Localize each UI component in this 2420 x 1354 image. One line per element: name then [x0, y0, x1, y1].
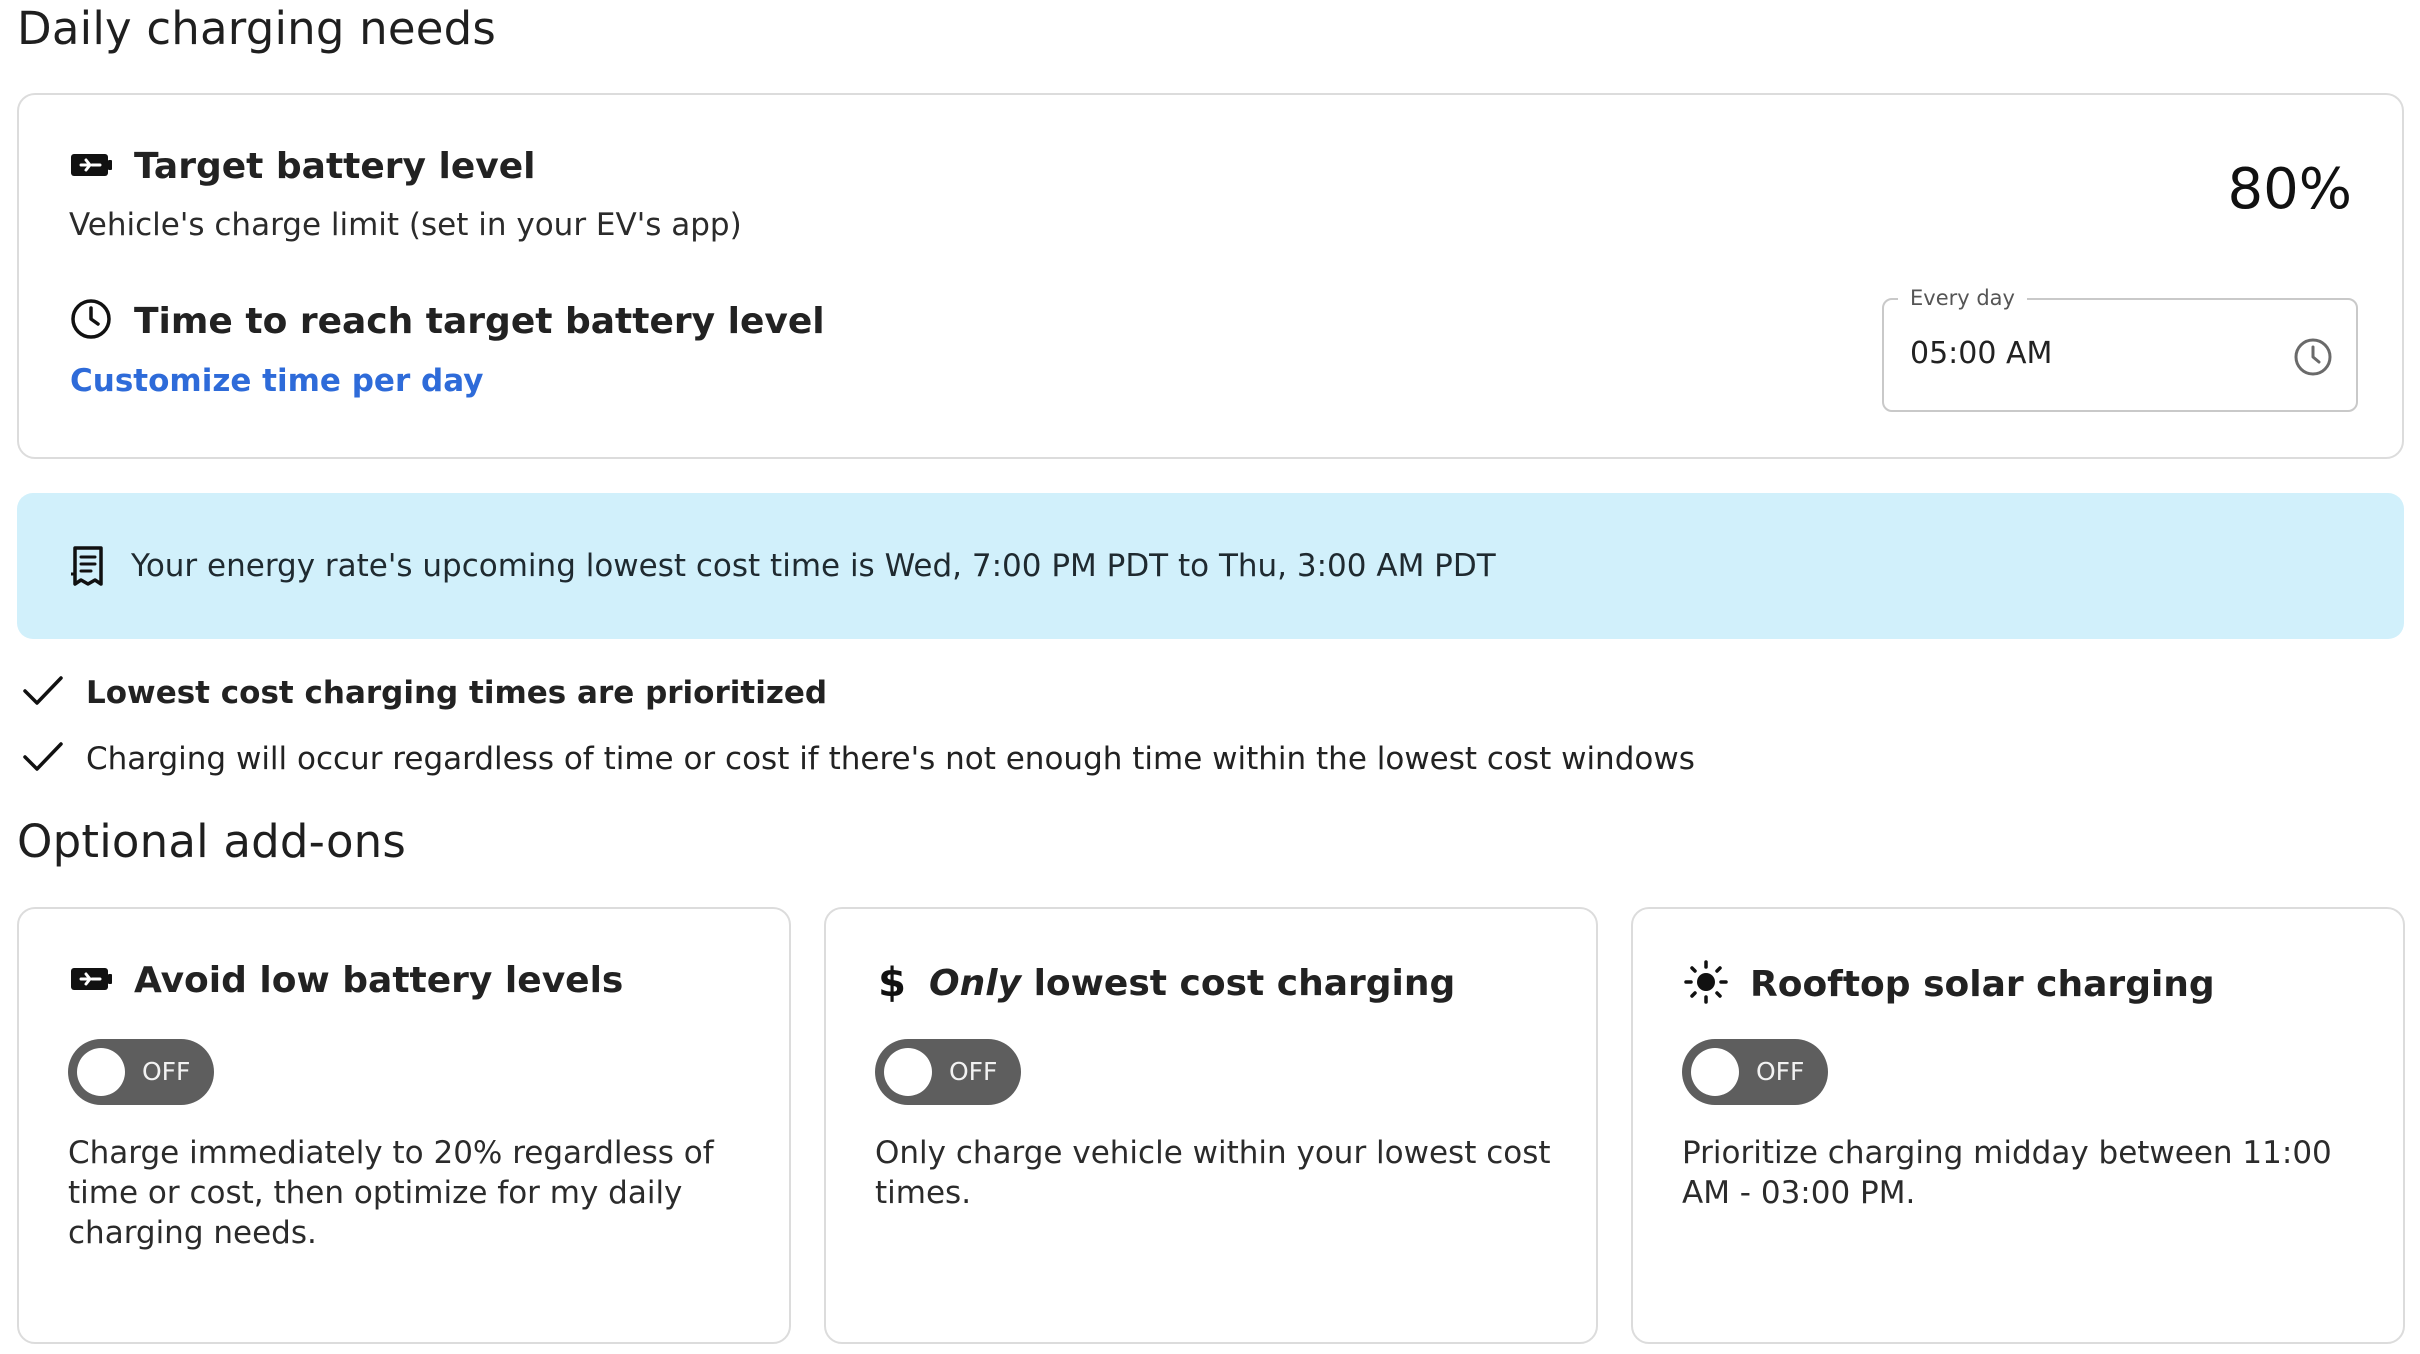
battery-icon: [70, 965, 112, 997]
toggle-knob: [77, 1048, 125, 1096]
battery-icon: [70, 151, 112, 183]
toggle-state-label: OFF: [949, 1057, 998, 1086]
check-icon: [22, 740, 64, 778]
toggle-knob: [1691, 1048, 1739, 1096]
check-row-prioritized: Lowest cost charging times are prioritiz…: [22, 674, 827, 712]
addon-card-rooftop-solar: Rooftop solar charging OFF Prioritize ch…: [1631, 907, 2405, 1344]
addon-card-only-lowest-cost: $ Only lowest cost charging OFF Only cha…: [824, 907, 1598, 1344]
toggle-state-label: OFF: [142, 1057, 191, 1086]
addon-title: Rooftop solar charging: [1750, 963, 2215, 1005]
lowest-cost-banner-text: Your energy rate's upcoming lowest cost …: [131, 548, 1496, 584]
target-battery-row: Target battery level: [70, 146, 536, 187]
every-day-time-field[interactable]: Every day 05:00 AM: [1882, 286, 2358, 412]
check-row-regardless: Charging will occur regardless of time o…: [22, 740, 1695, 778]
only-lowest-cost-toggle[interactable]: OFF: [875, 1039, 1021, 1105]
addon-header: $ Only lowest cost charging: [877, 960, 1455, 1006]
addon-description: Only charge vehicle within your lowest c…: [875, 1135, 1551, 1211]
addon-card-avoid-low-battery: Avoid low battery levels OFF Charge imme…: [17, 907, 791, 1344]
addon-title-emphasis: Only: [929, 962, 1022, 1004]
addon-header: Rooftop solar charging: [1684, 960, 2215, 1008]
addon-description: Prioritize charging midday between 11:00…: [1682, 1135, 2332, 1211]
addon-description: Charge immediately to 20% regardless of …: [68, 1135, 714, 1251]
clock-icon: [70, 298, 112, 344]
receipt-icon: [69, 544, 107, 588]
check-text: Charging will occur regardless of time o…: [86, 741, 1695, 777]
time-field-legend: Every day: [1898, 286, 2027, 310]
optional-addons-title: Optional add-ons: [17, 815, 407, 868]
target-time-label: Time to reach target battery level: [134, 300, 825, 342]
addon-title: Only lowest cost charging: [929, 963, 1455, 1004]
daily-charging-card: Target battery level Vehicle's charge li…: [17, 93, 2404, 459]
target-battery-description: Vehicle's charge limit (set in your EV's…: [69, 207, 742, 243]
rooftop-solar-toggle[interactable]: OFF: [1682, 1039, 1828, 1105]
daily-charging-title: Daily charging needs: [17, 2, 497, 55]
target-time-row: Time to reach target battery level: [70, 298, 825, 344]
toggle-knob: [884, 1048, 932, 1096]
addon-title-rest: lowest cost charging: [1033, 962, 1456, 1004]
addon-header: Avoid low battery levels: [70, 960, 623, 1001]
avoid-low-battery-toggle[interactable]: OFF: [68, 1039, 214, 1105]
clock-icon[interactable]: [2292, 336, 2334, 382]
target-battery-value: 80%: [2227, 157, 2352, 222]
sun-icon: [1684, 960, 1728, 1008]
lowest-cost-banner: Your energy rate's upcoming lowest cost …: [17, 493, 2404, 639]
check-icon: [22, 674, 64, 712]
toggle-state-label: OFF: [1756, 1057, 1805, 1086]
addon-title: Avoid low battery levels: [134, 960, 624, 1001]
customize-time-link[interactable]: Customize time per day: [70, 363, 483, 399]
check-text: Lowest cost charging times are prioritiz…: [86, 675, 828, 711]
dollar-icon: $: [878, 960, 906, 1006]
target-battery-label: Target battery level: [134, 146, 536, 187]
time-field-value[interactable]: 05:00 AM: [1910, 336, 2052, 371]
